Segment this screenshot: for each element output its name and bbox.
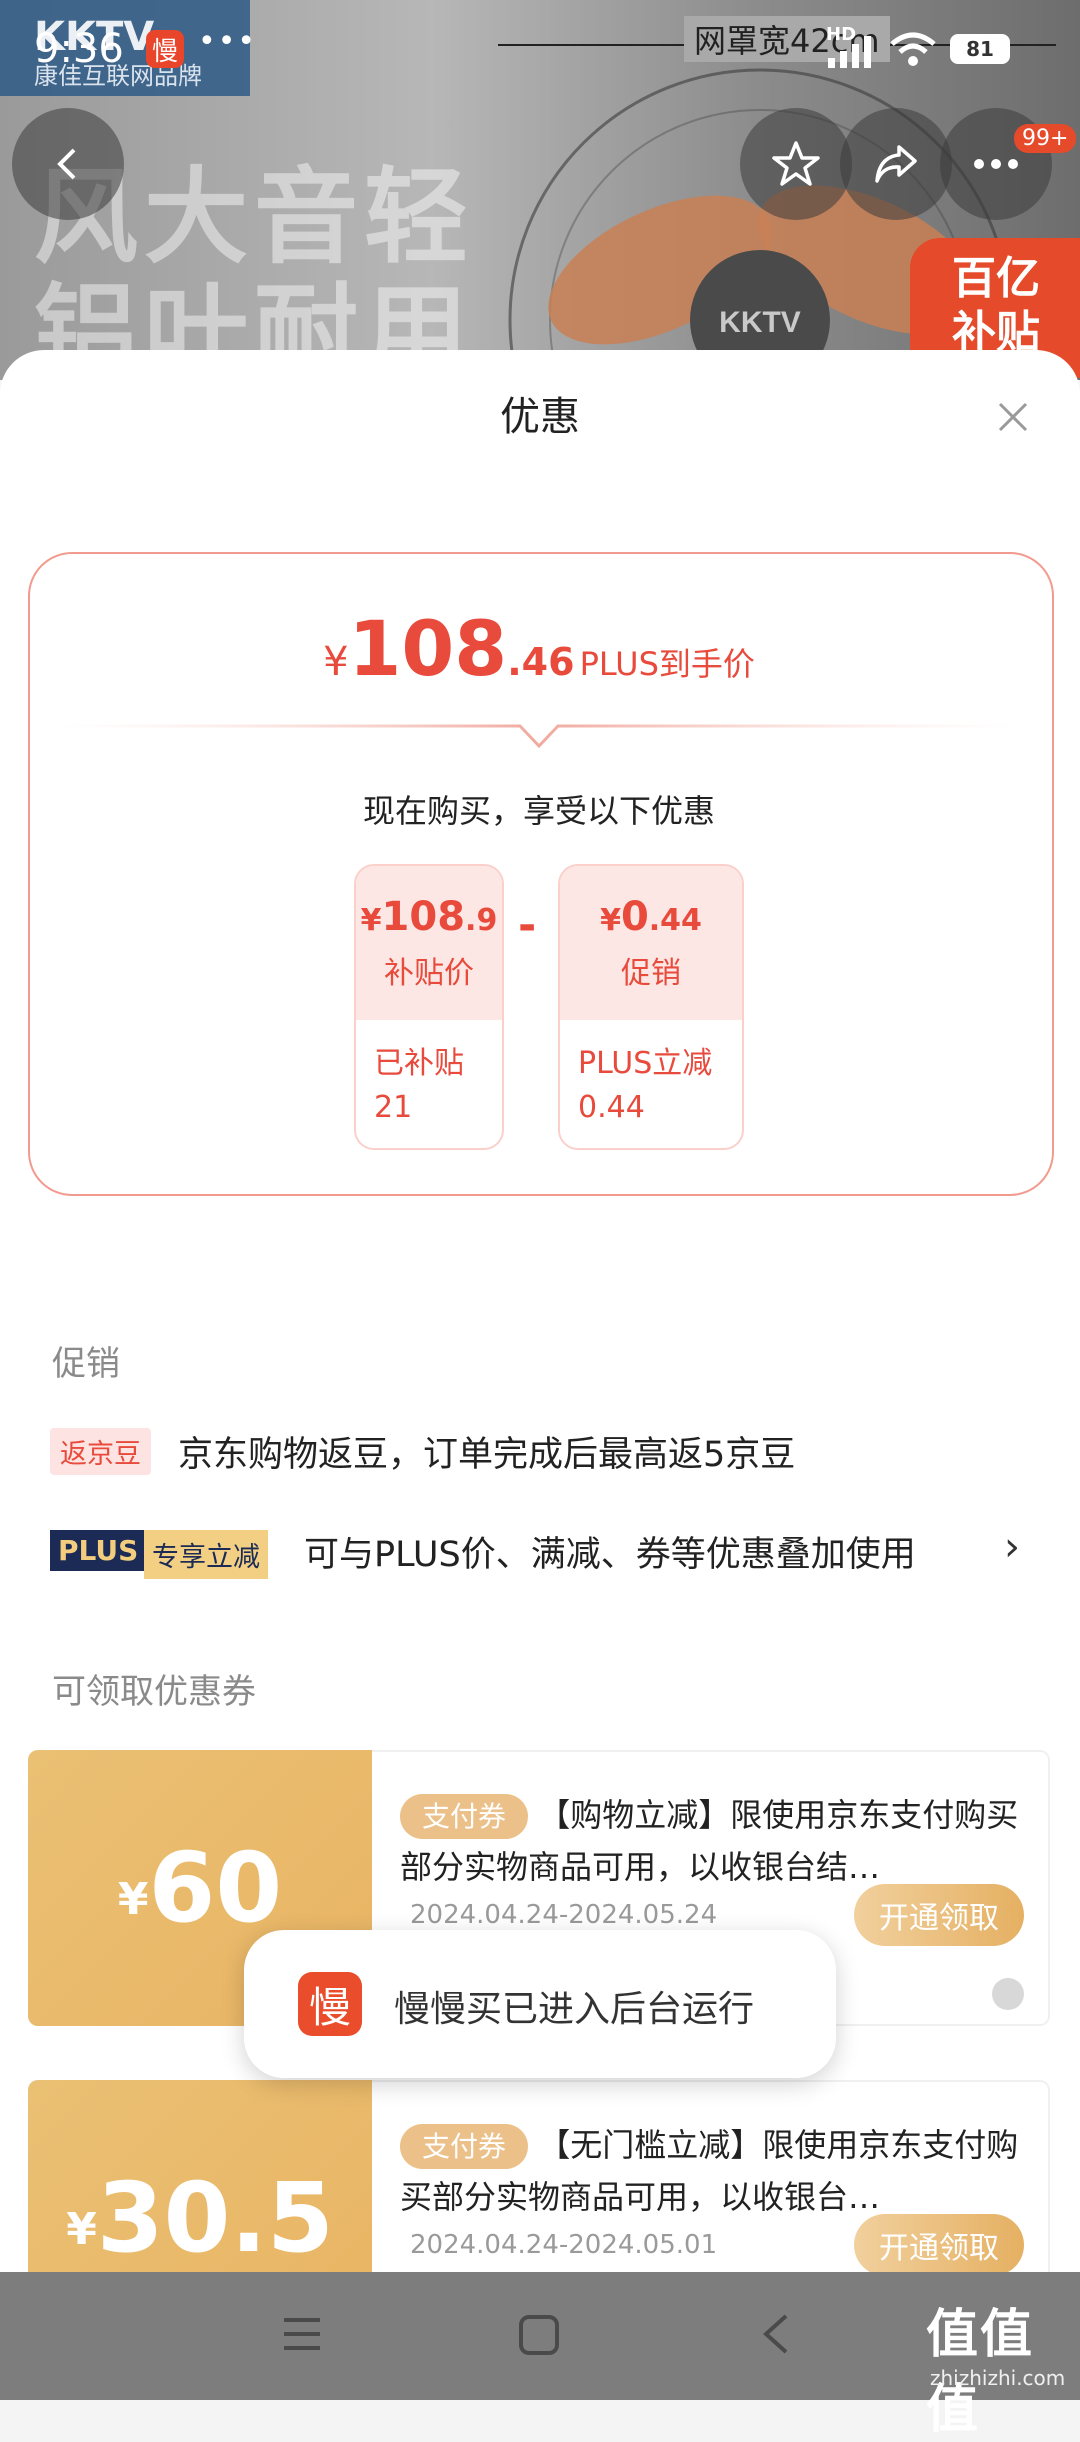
expand-icon[interactable] xyxy=(992,1978,1024,2010)
plus-promotion-text: 可与PLUS价、满减、券等优惠叠加使用 xyxy=(304,1535,916,1575)
claim-coupon-button[interactable]: 开通领取 xyxy=(854,1884,1024,1946)
battery-icon: 81 xyxy=(950,34,1010,64)
box1-detail: 已补贴21 xyxy=(374,1046,464,1125)
price-decimal: .46 xyxy=(507,640,575,684)
background-toast: 慢 慢慢买已进入后台运行 xyxy=(244,1930,836,2078)
status-time: 9:36 xyxy=(34,26,124,72)
box2-detail: PLUS立减0.44 xyxy=(578,1046,713,1125)
pay-coupon-tag: 支付券 xyxy=(400,2124,529,2169)
price-currency: ¥ xyxy=(323,639,349,685)
box2-currency: ¥ xyxy=(600,903,621,938)
price-label: PLUS到手价 xyxy=(579,645,755,683)
coupon-value: 60 xyxy=(148,1832,283,1944)
final-price: ¥108.46 PLUS到手价 xyxy=(28,604,1050,693)
notification-count-badge: 99+ xyxy=(1014,124,1077,153)
box1-integer: 108 xyxy=(381,894,466,940)
subsidy-price-box: ¥108.9 补贴价 已补贴21 xyxy=(354,864,504,1150)
share-button[interactable] xyxy=(840,108,952,220)
back-nav-icon[interactable] xyxy=(758,2312,792,2356)
claim-coupon-button[interactable]: 开通领取 xyxy=(854,2214,1024,2276)
signal-icon xyxy=(828,36,871,68)
box1-label: 补贴价 xyxy=(384,956,474,991)
close-button[interactable] xyxy=(996,400,1030,434)
wifi-icon xyxy=(890,32,936,66)
toast-text: 慢慢买已进入后台运行 xyxy=(394,1989,755,2030)
price-divider xyxy=(60,724,1018,749)
chevron-right-icon: › xyxy=(1004,1524,1020,1570)
discount-subtitle: 现在购买，享受以下优惠 xyxy=(362,792,715,830)
pay-coupon-tag: 支付券 xyxy=(400,1794,529,1839)
coupon-currency: ¥ xyxy=(117,1873,149,1925)
box2-integer: 0 xyxy=(620,894,649,940)
star-icon xyxy=(772,141,820,186)
fan-logo: KKTV xyxy=(719,306,801,339)
status-more-dots: ••• xyxy=(198,24,258,59)
close-icon xyxy=(998,402,1028,432)
promotion-box: ¥0.44 促销 PLUS立减0.44 xyxy=(558,864,744,1150)
coupon-value: 30.5 xyxy=(96,2162,334,2274)
plus-promotion-row[interactable]: PLUS 专享立减 可与PLUS价、满减、券等优惠叠加使用 › xyxy=(50,1524,1050,1580)
home-icon[interactable] xyxy=(518,2314,560,2356)
promotions-heading: 促销 xyxy=(52,1344,120,1384)
box1-currency: ¥ xyxy=(360,903,382,938)
app-notification-icon: 慢 xyxy=(146,30,184,68)
jingdou-tag: 返京豆 xyxy=(50,1428,151,1475)
jingdou-text: 京东购物返豆，订单完成后最高返5京豆 xyxy=(178,1435,796,1475)
status-bar: 9:36 慢 ••• HD 81 xyxy=(0,0,1080,100)
box1-decimal: .9 xyxy=(465,903,498,938)
share-icon xyxy=(875,145,917,183)
more-dots-icon xyxy=(974,159,1018,169)
favorite-button[interactable] xyxy=(740,108,852,220)
watermark-domain: zhizhizhi.com xyxy=(930,2366,1066,2390)
coupon-date: 2024.04.24-2024.05.24 xyxy=(410,1900,718,1930)
coupon-date: 2024.04.24-2024.05.01 xyxy=(410,2230,718,2260)
coupons-heading: 可领取优惠券 xyxy=(52,1672,256,1712)
plus-exclusive-tag: 专享立减 xyxy=(144,1530,268,1579)
app-icon: 慢 xyxy=(298,1972,362,2036)
back-button[interactable] xyxy=(12,108,124,220)
badge-line-1: 百亿 xyxy=(952,253,1040,304)
price-integer: 108 xyxy=(348,604,508,693)
sheet-title: 优惠 xyxy=(500,394,580,440)
coupon-currency: ¥ xyxy=(66,2203,97,2255)
system-nav-bar: 值值值 zhizhizhi.com xyxy=(0,2272,1080,2440)
menu-icon[interactable] xyxy=(282,2314,322,2354)
box2-label: 促销 xyxy=(621,956,681,991)
box2-decimal: .44 xyxy=(648,903,702,938)
plus-tag: PLUS xyxy=(50,1530,147,1571)
chevron-left-icon xyxy=(57,148,76,180)
minus-sign: - xyxy=(518,900,537,951)
